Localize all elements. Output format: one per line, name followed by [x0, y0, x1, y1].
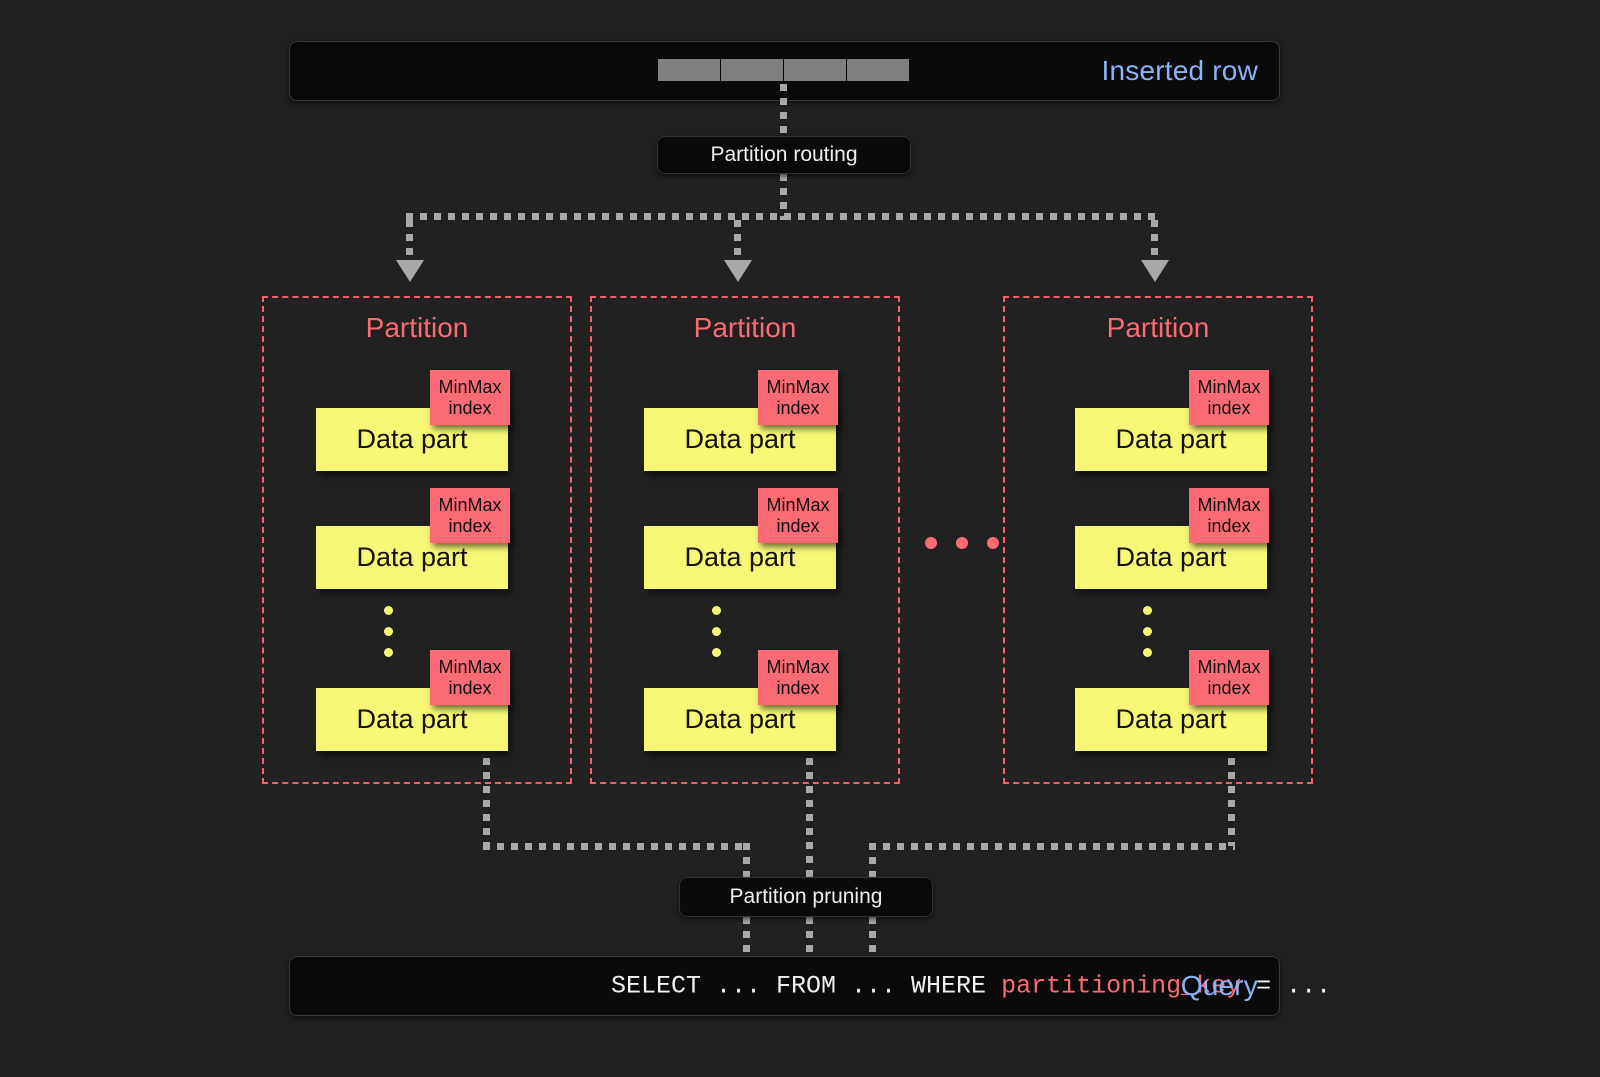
- minmax-index-box: MinMax index: [758, 650, 838, 705]
- arrow-down-icon-partition-1: [396, 260, 424, 282]
- minmax-index-label: MinMax index: [1197, 495, 1261, 536]
- connector-pruning-to-query-right: [869, 917, 876, 957]
- ellipsis-dot: [712, 606, 721, 615]
- query-bar: SELECT ... FROM ... WHERE partitioning_k…: [289, 956, 1331, 1016]
- data-part-ellipsis: [712, 606, 721, 657]
- query-label: Query: [1180, 970, 1258, 1001]
- connector-row-to-routing: [780, 84, 787, 138]
- data-part-group: MinMax index Data part: [644, 650, 878, 752]
- minmax-index-box: MinMax index: [430, 370, 510, 425]
- minmax-index-box: MinMax index: [430, 650, 510, 705]
- connector-partition-2-to-pruning: [806, 730, 813, 880]
- ellipsis-dot: [1143, 606, 1152, 615]
- connector-pruning-to-query-mid: [806, 917, 813, 957]
- data-part-group: MinMax index Data part: [644, 488, 878, 590]
- pruning-bus-right: [869, 843, 1235, 850]
- data-part-ellipsis: [1143, 606, 1152, 657]
- data-part-label: Data part: [356, 542, 468, 572]
- minmax-index-label: MinMax index: [766, 495, 830, 536]
- minmax-index-label: MinMax index: [1197, 657, 1261, 698]
- partition-title-1: Partition: [365, 312, 469, 343]
- ellipsis-dot: [712, 648, 721, 657]
- connector-pruning-to-query-left: [743, 917, 750, 957]
- row-cell: [658, 59, 720, 81]
- arrow-down-icon-partition-2: [724, 260, 752, 282]
- inserted-row-cells: [658, 59, 909, 81]
- row-cell: [721, 59, 783, 81]
- minmax-index-box: MinMax index: [1189, 650, 1269, 705]
- ellipsis-dot: [384, 648, 393, 657]
- routing-bus-horizontal: [406, 213, 1158, 220]
- connector-bus-to-partition-1: [406, 220, 413, 264]
- minmax-index-label: MinMax index: [766, 657, 830, 698]
- partition-box-3: Partition MinMax index Data part MinMax in…: [1003, 296, 1313, 784]
- minmax-index-label: MinMax index: [1197, 377, 1261, 418]
- inserted-row-label: Inserted row: [1101, 55, 1258, 86]
- pruning-bus-left: [483, 843, 749, 850]
- ellipsis-dot: [712, 627, 721, 636]
- ellipsis-dot: [956, 537, 968, 549]
- connector-bus-to-partition-2: [734, 220, 741, 264]
- minmax-index-label: MinMax index: [766, 377, 830, 418]
- minmax-index-box: MinMax index: [1189, 370, 1269, 425]
- partition-box-2: Partition MinMax index Data part MinMax in…: [590, 296, 900, 784]
- connector-pruning-right-drop: [869, 843, 876, 880]
- data-part-label: Data part: [1115, 424, 1227, 454]
- partition-pruning-box: Partition pruning: [679, 877, 933, 917]
- data-part-label: Data part: [684, 542, 796, 572]
- data-part-group: MinMax index Data part: [1075, 650, 1309, 752]
- data-part-group: MinMax index Data part: [316, 650, 550, 752]
- arrow-down-icon-partition-3: [1141, 260, 1169, 282]
- partition-title-2: Partition: [693, 312, 797, 343]
- row-cell: [847, 59, 909, 81]
- diagram-canvas: Inserted row Partition routing Partition…: [0, 0, 1600, 1077]
- minmax-index-label: MinMax index: [438, 377, 502, 418]
- row-cell: [784, 59, 846, 81]
- partition-routing-label: Partition routing: [710, 143, 858, 166]
- data-part-label: Data part: [684, 424, 796, 454]
- ellipsis-dot: [925, 537, 937, 549]
- minmax-index-box: MinMax index: [1189, 488, 1269, 543]
- minmax-index-label: MinMax index: [438, 657, 502, 698]
- minmax-index-box: MinMax index: [758, 488, 838, 543]
- minmax-index-box: MinMax index: [430, 488, 510, 543]
- data-part-label: Data part: [684, 704, 796, 734]
- data-part-group: MinMax index Data part: [316, 488, 550, 590]
- connector-bus-to-partition-3: [1151, 220, 1158, 264]
- partition-pruning-label: Partition pruning: [729, 885, 883, 908]
- data-part-group: MinMax index Data part: [644, 370, 878, 472]
- data-part-group: MinMax index Data part: [316, 370, 550, 472]
- partition-routing-box: Partition routing: [657, 136, 911, 174]
- data-part-label: Data part: [1115, 542, 1227, 572]
- data-part-group: MinMax index Data part: [1075, 488, 1309, 590]
- ellipsis-dot: [1143, 627, 1152, 636]
- connector-pruning-left-drop: [743, 843, 750, 880]
- ellipsis-dot: [1143, 648, 1152, 657]
- minmax-index-label: MinMax index: [438, 495, 502, 536]
- minmax-index-box: MinMax index: [758, 370, 838, 425]
- partition-title-3: Partition: [1106, 312, 1210, 343]
- ellipsis-dot: [987, 537, 999, 549]
- partition-box-1: Partition MinMax index Data part MinMax in…: [262, 296, 572, 784]
- between-partitions-ellipsis: [925, 537, 999, 549]
- data-part-group: MinMax index Data part: [1075, 370, 1309, 472]
- data-part-label: Data part: [356, 424, 468, 454]
- data-part-label: Data part: [356, 704, 468, 734]
- data-part-label: Data part: [1115, 704, 1227, 734]
- ellipsis-dot: [384, 606, 393, 615]
- data-part-ellipsis: [384, 606, 393, 657]
- ellipsis-dot: [384, 627, 393, 636]
